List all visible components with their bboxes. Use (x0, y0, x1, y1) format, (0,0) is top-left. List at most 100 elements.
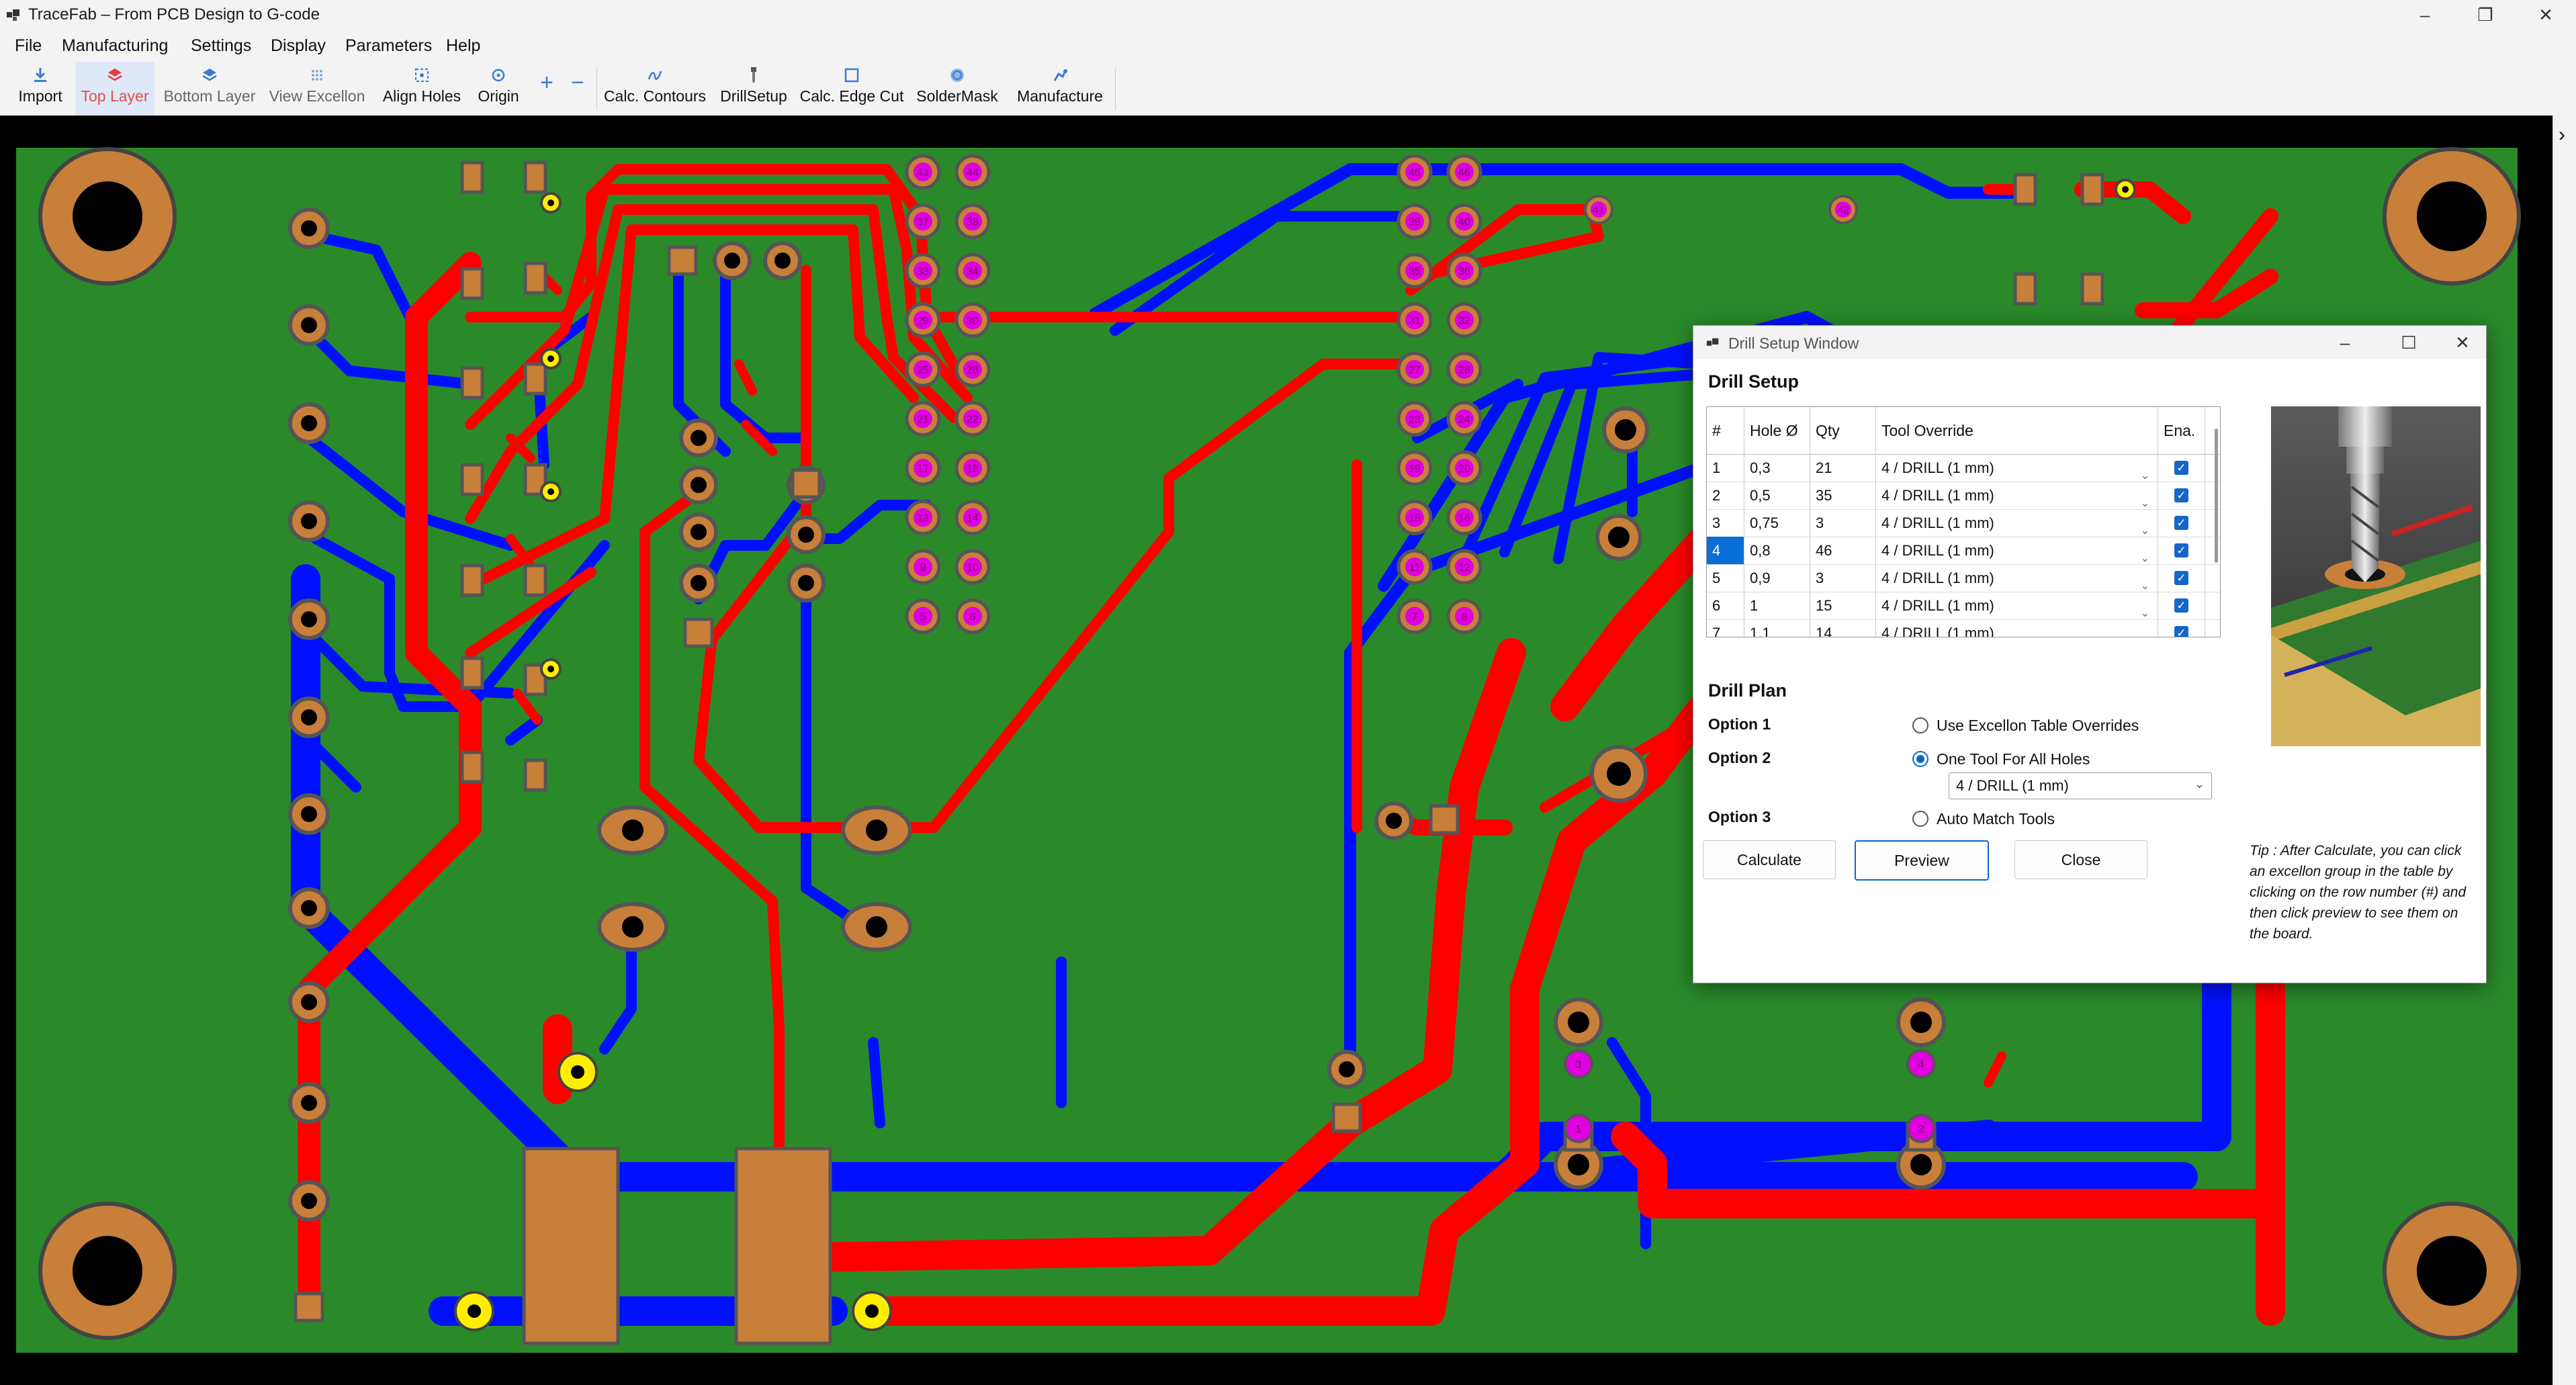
enable-checkbox[interactable]: ✓ (2174, 598, 2188, 613)
enable-cell: ✓ (2158, 482, 2205, 509)
option1-text[interactable]: Use Excellon Table Overrides (1937, 717, 2139, 735)
drill-setup-dialog: Drill Setup Window – ☐ ✕ Drill Setup # H… (1693, 325, 2487, 983)
origin-button[interactable]: Origin (472, 62, 525, 116)
column-header[interactable]: Qty (1810, 407, 1876, 454)
soldermask-button[interactable]: SolderMask (911, 62, 1004, 116)
option2-text[interactable]: One Tool For All Holes (1937, 750, 2090, 768)
row-number-cell[interactable]: 1 (1707, 454, 1744, 482)
tool-override-combo[interactable]: 4 / DRILL (1 mm) ⌄ (1876, 537, 2158, 564)
menu-manufacturing[interactable]: Manufacturing (62, 36, 168, 56)
option2-radio[interactable] (1912, 751, 1928, 767)
row-number-cell[interactable]: 7 (1707, 619, 1744, 637)
drill-setup-heading: Drill Setup (1708, 371, 1800, 392)
dialog-close-icon[interactable]: ✕ (2446, 329, 2479, 356)
tool-override-combo[interactable]: 4 / DRILL (1 mm) ⌄ (1876, 592, 2158, 619)
tool-override-combo[interactable]: 4 / DRILL (1 mm) ⌄ (1876, 482, 2158, 509)
quantity-cell: 3 (1810, 509, 1876, 537)
pin-number-label: 29 (917, 316, 929, 327)
table-row[interactable]: 3 0,75 3 4 / DRILL (1 mm) ⌄ ✓ (1707, 509, 2220, 537)
tool-override-combo[interactable]: 4 / DRILL (1 mm) ⌄ (1876, 619, 2158, 637)
option1-radio[interactable] (1912, 717, 1928, 733)
top-layer-button[interactable]: Top Layer (75, 62, 154, 116)
pin-number-label: 25 (917, 365, 929, 376)
hole-diameter-cell: 1 (1744, 592, 1810, 619)
tool-override-combo[interactable]: 4 / DRILL (1 mm) ⌄ (1876, 454, 2158, 482)
tool-override-combo[interactable]: 4 / DRILL (1 mm) ⌄ (1876, 509, 2158, 537)
column-header[interactable]: Tool Override (1876, 407, 2158, 454)
menu-help[interactable]: Help (446, 36, 480, 56)
pin-number-label: 28 (1458, 365, 1470, 376)
quantity-cell: 46 (1810, 537, 1876, 564)
dialog-minimize-button[interactable]: – (2328, 329, 2362, 356)
contour-icon (648, 71, 662, 80)
menu-file[interactable]: File (15, 36, 42, 56)
table-row[interactable]: 5 0,9 3 4 / DRILL (1 mm) ⌄ ✓ (1707, 564, 2220, 592)
pin-number-label: 26 (967, 365, 979, 376)
menu-parameters[interactable]: Parameters (345, 36, 432, 56)
row-number-cell[interactable]: 6 (1707, 592, 1744, 619)
enable-checkbox[interactable]: ✓ (2174, 543, 2188, 557)
manufacture-button[interactable]: Manufacture (1010, 62, 1110, 116)
enable-checkbox[interactable]: ✓ (2174, 571, 2188, 585)
calc-contours-button[interactable]: Calc. Contours (602, 62, 708, 116)
pin-number-label: 23 (1409, 414, 1421, 426)
close-window-button[interactable]: ✕ (2526, 1, 2566, 28)
dialog-title-bar[interactable]: Drill Setup Window – ☐ ✕ (1693, 326, 2486, 359)
table-scrollbar[interactable] (2215, 429, 2218, 563)
chevron-down-icon: ⌄ (2140, 470, 2149, 482)
enable-checkbox[interactable]: ✓ (2174, 626, 2188, 637)
zoom-out-button[interactable]: − (566, 62, 590, 116)
enable-cell: ✓ (2158, 619, 2205, 637)
side-panel-toggle[interactable]: › (2552, 116, 2576, 1385)
pin-number-label: 44 (967, 167, 979, 179)
layers-blue-icon (202, 69, 217, 81)
pin-number-label: 31 (1409, 316, 1421, 327)
enable-checkbox[interactable]: ✓ (2174, 461, 2188, 475)
manufacture-arm-icon (1053, 69, 1067, 81)
table-row[interactable]: 1 0,3 21 4 / DRILL (1 mm) ⌄ ✓ (1707, 454, 2220, 482)
column-header[interactable]: Ena. (2158, 407, 2205, 454)
drill-table[interactable]: # Hole Ø Qty Tool Override Ena. 1 0,3 21 4 … (1706, 406, 2221, 637)
menu-display[interactable]: Display (271, 36, 326, 56)
option3-radio[interactable] (1912, 811, 1928, 827)
option3-label: Option 3 (1708, 808, 1771, 825)
pin-number-label: 15 (1409, 513, 1421, 525)
table-row[interactable]: 6 1 15 4 / DRILL (1 mm) ⌄ ✓ (1707, 592, 2220, 620)
view-excellon-button[interactable]: View Excellon (266, 62, 368, 116)
tool-override-combo[interactable]: 4 / DRILL (1 mm) ⌄ (1876, 564, 2158, 592)
table-row[interactable]: 2 0,5 35 4 / DRILL (1 mm) ⌄ ✓ (1707, 482, 2220, 510)
maximize-button[interactable]: ❐ (2465, 1, 2505, 28)
zoom-in-button[interactable]: + (535, 62, 559, 116)
enable-checkbox[interactable]: ✓ (2174, 488, 2188, 502)
minimize-button[interactable]: – (2405, 1, 2445, 28)
import-button[interactable]: Import (9, 62, 71, 116)
edge-cut-icon (844, 68, 859, 83)
calculate-button[interactable]: Calculate (1703, 840, 1836, 879)
row-number-cell[interactable]: 5 (1707, 564, 1744, 592)
drill-setup-button[interactable]: DrillSetup (715, 62, 793, 116)
close-button[interactable]: Close (2014, 840, 2147, 879)
option3-text[interactable]: Auto Match Tools (1937, 810, 2055, 828)
bottom-layer-button[interactable]: Bottom Layer (159, 62, 261, 116)
hole-diameter-cell: 0,9 (1744, 564, 1810, 592)
row-number-cell[interactable]: 2 (1707, 482, 1744, 509)
preview-button[interactable]: Preview (1855, 840, 1989, 881)
column-header[interactable]: Hole Ø (1744, 407, 1810, 454)
table-row[interactable]: 4 0,8 46 4 / DRILL (1 mm) ⌄ ✓ (1707, 537, 2220, 565)
column-header[interactable]: # (1707, 407, 1744, 454)
pin-number-label: 4 (1918, 1059, 1924, 1071)
tool-override-value: 4 / DRILL (1 mm) (1881, 625, 1994, 637)
toolbar: Import Top Layer Bottom Layer View Excel… (0, 62, 2576, 116)
tool-select[interactable]: 4 / DRILL (1 mm) ⌄ (1949, 772, 2212, 799)
align-holes-button[interactable]: Align Holes (376, 62, 468, 116)
row-number-cell[interactable]: 3 (1707, 509, 1744, 537)
pin-number-label: 22 (967, 414, 979, 426)
enable-checkbox[interactable]: ✓ (2174, 516, 2188, 530)
pin-number-label: 14 (967, 513, 979, 525)
row-number-cell[interactable]: 4 (1707, 537, 1744, 564)
dialog-maximize-button[interactable]: ☐ (2392, 329, 2426, 356)
menu-settings[interactable]: Settings (191, 36, 251, 56)
calc-edge-cut-button[interactable]: Calc. Edge Cut (798, 62, 905, 116)
table-row[interactable]: 71,114 4 / DRILL (1 mm) ⌄ ✓ (1707, 619, 2220, 637)
pin-number-label: 7 (1412, 612, 1418, 623)
